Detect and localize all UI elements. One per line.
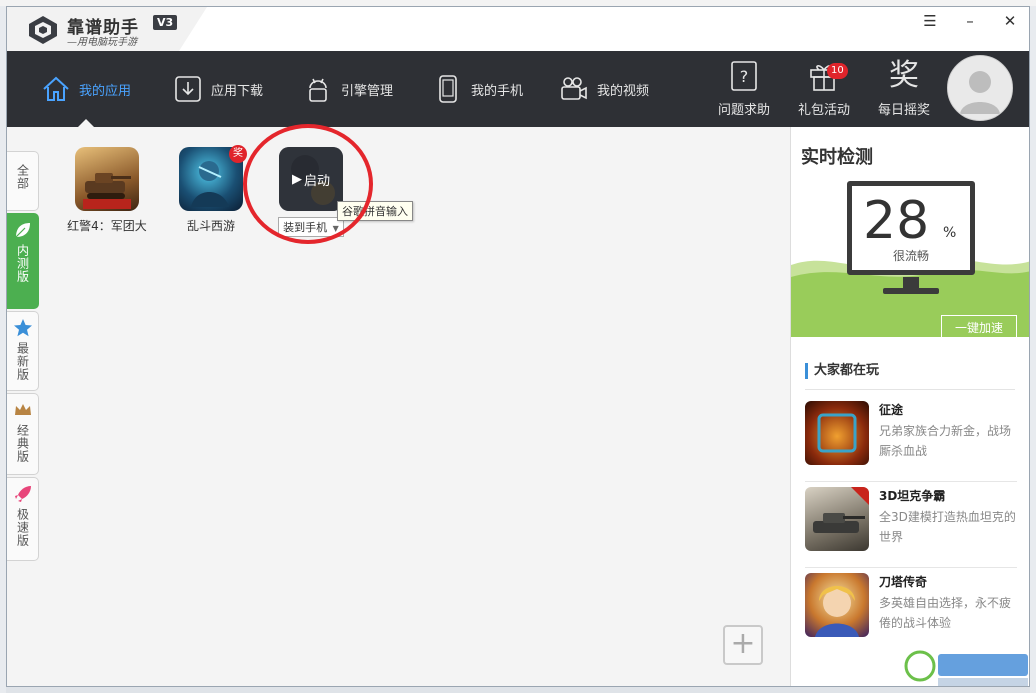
game-item[interactable]: 征途 兄弟家族合力新金，战场厮杀血战 bbox=[805, 395, 1017, 482]
monitor-graphic: 28 % 很流畅 bbox=[847, 181, 975, 294]
crown-icon bbox=[14, 404, 31, 415]
download-icon bbox=[175, 76, 201, 102]
game-icon[interactable] bbox=[805, 401, 869, 465]
game-icon[interactable] bbox=[805, 487, 869, 551]
tank-icon bbox=[813, 487, 869, 533]
close-button[interactable]: ✕ bbox=[992, 9, 1028, 33]
chevron-down-icon: ▼ bbox=[332, 224, 339, 233]
gift-badge: 10 bbox=[827, 63, 848, 79]
realtime-panel: 实时检测 28 % 很流畅 一键加速 大家都在玩 征途 兄弟家族合力新金，战场厮… bbox=[790, 127, 1029, 686]
active-pointer bbox=[78, 119, 94, 127]
nav-my-video[interactable]: 我的视频 bbox=[559, 51, 649, 127]
zhengtu-icon bbox=[817, 413, 857, 453]
app-label: 红警4：军团大 bbox=[67, 219, 147, 233]
tab-label: 极速版 bbox=[15, 508, 30, 547]
tab-label: 全部 bbox=[15, 164, 30, 190]
tab-latest[interactable]: 最新版 bbox=[7, 311, 39, 391]
logo-icon bbox=[29, 16, 57, 44]
android-icon bbox=[309, 78, 327, 102]
desktop-right-strip bbox=[1030, 6, 1036, 693]
app-tile[interactable]: ▶ 启动 装到手机 ▼ bbox=[271, 147, 351, 237]
tab-speed[interactable]: 极速版 bbox=[7, 477, 39, 561]
menu-icon[interactable]: ☰ bbox=[912, 9, 948, 33]
monitor-base bbox=[883, 288, 939, 294]
minimize-button[interactable]: – bbox=[952, 9, 988, 33]
app-icon[interactable]: ▶ 启动 bbox=[279, 147, 343, 211]
nav-my-apps[interactable]: 我的应用 bbox=[41, 51, 131, 127]
main-navbar: 我的应用 应用下载 引擎管理 我的手机 我的视频 ? 问题求助 10 礼包活动 … bbox=[7, 51, 1029, 127]
game-name: 刀塔传奇 bbox=[879, 575, 928, 589]
reward-badge: 奖 bbox=[229, 145, 247, 163]
launch-label: 启动 bbox=[303, 173, 330, 189]
divider bbox=[805, 389, 1015, 390]
tab-label: 经典版 bbox=[15, 424, 30, 463]
app-tile[interactable]: 红警4：军团大 bbox=[67, 147, 147, 234]
speedup-button[interactable]: 一键加速 bbox=[941, 315, 1017, 339]
game-desc: 多英雄自由选择，永不疲倦的战斗体验 bbox=[879, 596, 1012, 630]
app-label: 乱斗西游 bbox=[186, 219, 235, 233]
tab-beta[interactable]: 内测版 bbox=[7, 213, 39, 309]
leaf-icon bbox=[15, 223, 30, 238]
app-tile[interactable]: 奖 乱斗西游 bbox=[171, 145, 251, 234]
tab-all[interactable]: 全部 bbox=[7, 151, 39, 211]
nav-right-label: 礼包活动 bbox=[797, 103, 850, 118]
home-icon bbox=[43, 76, 69, 101]
game-desc: 兄弟家族合力新金，战场厮杀血战 bbox=[879, 424, 1012, 458]
performance-value: 28 bbox=[863, 191, 930, 251]
title-bar: 靠谱助手 V3 —用电脑玩手游 ☰ – ✕ bbox=[7, 7, 1029, 51]
logo-area: 靠谱助手 V3 —用电脑玩手游 bbox=[7, 7, 207, 51]
play-icon: ▶ bbox=[291, 171, 302, 187]
nav-right-label: 问题求助 bbox=[717, 103, 770, 118]
nav-gift[interactable]: 10 礼包活动 bbox=[791, 59, 857, 118]
game-desc: 全3D建模打造热血坦克的世界 bbox=[879, 510, 1016, 544]
nav-help[interactable]: ? 问题求助 bbox=[711, 59, 777, 118]
app-version-badge: V3 bbox=[153, 15, 178, 30]
site-watermark-logo bbox=[904, 650, 1028, 686]
reward-icon: 奖 bbox=[889, 58, 919, 93]
app-window: 靠谱助手 V3 —用电脑玩手游 ☰ – ✕ 我的应用 应用下载 引擎管理 我的手… bbox=[6, 6, 1030, 687]
install-to-phone-button[interactable]: 装到手机 ▼ bbox=[278, 217, 344, 237]
tank-icon bbox=[83, 173, 131, 209]
hero-icon bbox=[815, 586, 859, 637]
panel-title: 实时检测 bbox=[801, 147, 873, 168]
video-camera-icon bbox=[561, 77, 587, 100]
user-avatar-icon bbox=[960, 71, 1000, 114]
svg-text:?: ? bbox=[740, 67, 749, 86]
help-icon: ? bbox=[731, 61, 757, 91]
launch-overlay[interactable]: ▶ 启动 bbox=[279, 147, 343, 211]
user-avatar[interactable] bbox=[947, 55, 1013, 121]
phone-icon bbox=[439, 75, 457, 103]
nav-my-phone[interactable]: 我的手机 bbox=[433, 51, 523, 127]
tab-label: 内测版 bbox=[15, 244, 30, 283]
nav-engine-manage[interactable]: 引擎管理 bbox=[303, 51, 393, 127]
game-item[interactable]: 3D坦克争霸 全3D建模打造热血坦克的世界 bbox=[805, 481, 1017, 568]
performance-unit: % bbox=[943, 225, 957, 241]
game-name: 征途 bbox=[879, 403, 904, 417]
add-app-button[interactable]: + bbox=[723, 625, 763, 665]
category-tabs: 全部 内测版 最新版 经典版 极速版 bbox=[7, 151, 41, 563]
performance-status: 很流畅 bbox=[892, 249, 929, 263]
app-icon[interactable] bbox=[75, 147, 139, 211]
nav-label: 引擎管理 bbox=[341, 83, 394, 99]
rocket-icon bbox=[14, 486, 31, 502]
nav-app-download[interactable]: 应用下载 bbox=[173, 51, 263, 127]
app-slogan: —用电脑玩手游 bbox=[67, 37, 137, 48]
install-label: 装到手机 bbox=[283, 221, 328, 234]
star-icon bbox=[13, 319, 32, 337]
nav-label: 我的应用 bbox=[79, 83, 132, 99]
tab-label: 最新版 bbox=[15, 342, 30, 381]
game-name: 3D坦克争霸 bbox=[879, 489, 946, 503]
nav-right-label: 每日摇奖 bbox=[877, 103, 930, 118]
nav-label: 我的视频 bbox=[597, 83, 650, 99]
game-icon[interactable] bbox=[805, 573, 869, 637]
tab-classic[interactable]: 经典版 bbox=[7, 393, 39, 475]
ime-tooltip: 谷歌拼音输入 bbox=[337, 201, 413, 221]
nav-label: 我的手机 bbox=[471, 83, 524, 99]
nav-daily-lottery[interactable]: 奖 每日摇奖 bbox=[871, 58, 937, 119]
nav-label: 应用下载 bbox=[211, 83, 264, 99]
popular-title: 大家都在玩 bbox=[805, 363, 879, 379]
